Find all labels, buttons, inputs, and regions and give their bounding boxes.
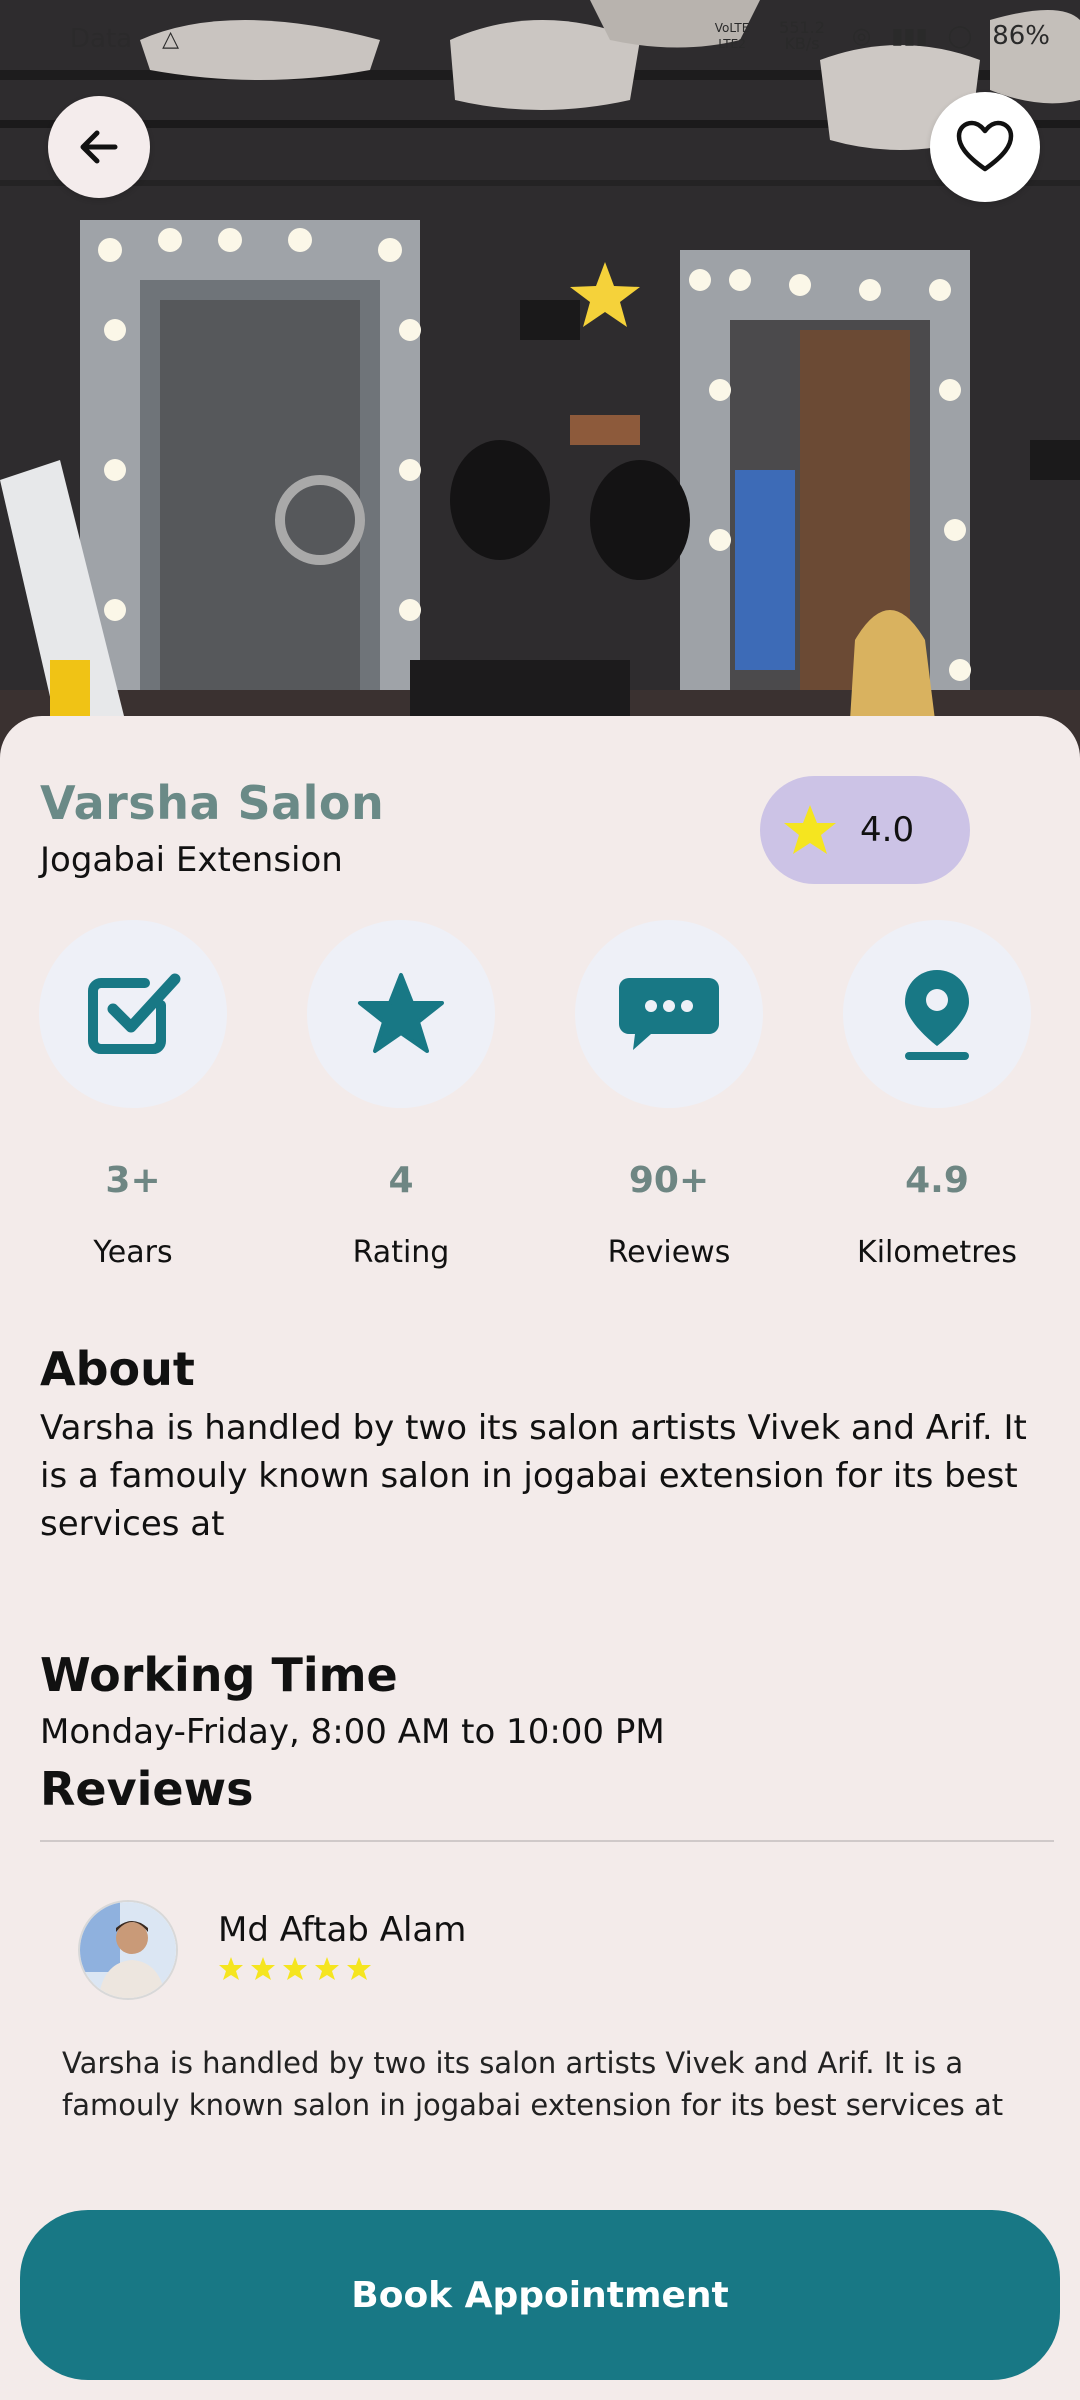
heart-icon <box>956 120 1014 172</box>
working-time-heading: Working Time <box>40 1648 398 1702</box>
stat-value: 3+ <box>105 1160 161 1201</box>
stat-rating[interactable]: 4 Rating <box>301 920 501 1270</box>
network-speed: 551.2 KB/s <box>779 18 825 53</box>
star-icon <box>784 805 836 854</box>
divider <box>40 1840 1054 1842</box>
battery-percent: 86% <box>992 21 1050 51</box>
stat-label: Kilometres <box>857 1235 1017 1270</box>
salon-name: Varsha Salon <box>40 776 385 830</box>
stat-value: 90+ <box>628 1160 710 1201</box>
stat-distance[interactable]: 4.9 Kilometres <box>837 920 1037 1270</box>
stat-icon-circle <box>39 920 227 1108</box>
back-button[interactable] <box>48 96 150 198</box>
stat-reviews[interactable]: 90+ Reviews <box>569 920 769 1270</box>
lte-label: VoLTE LTE2 <box>714 21 750 51</box>
stat-label: Years <box>93 1235 173 1270</box>
rating-badge: 4.0 <box>760 776 970 884</box>
stat-years[interactable]: 3+ Years <box>33 920 233 1270</box>
star-icon <box>251 1957 275 1980</box>
location-pin-icon <box>905 970 969 1060</box>
arrow-left-icon <box>80 130 118 164</box>
stat-value: 4.9 <box>905 1160 969 1201</box>
star-icon <box>283 1957 307 1980</box>
star-icon <box>347 1957 371 1980</box>
status-bar: Data △ VoLTE LTE2 551.2 KB/s ◎ ▮▮▮ ◯ 86% <box>0 0 1080 80</box>
star-icon <box>358 973 444 1053</box>
stat-label: Reviews <box>607 1235 731 1270</box>
rating-value: 4.0 <box>860 810 915 850</box>
stat-icon-circle <box>575 920 763 1108</box>
star-icon <box>219 1957 243 1980</box>
salon-hero-image: Data △ VoLTE LTE2 551.2 KB/s ◎ ▮▮▮ ◯ 86% <box>0 0 1080 760</box>
book-appointment-button[interactable]: Book Appointment <box>20 2210 1060 2380</box>
drive-icon: △ <box>162 26 180 52</box>
chat-icon <box>619 978 719 1050</box>
stat-label: Rating <box>352 1235 450 1270</box>
salon-location: Jogabai Extension <box>40 840 343 880</box>
star-icon <box>315 1957 339 1980</box>
hotspot-icon: ◎ <box>852 23 872 49</box>
stat-icon-circle <box>843 920 1031 1108</box>
about-text: Varsha is handled by two its salon artis… <box>40 1408 1027 1544</box>
review-text: Varsha is handled by two its salon artis… <box>62 2046 1004 2122</box>
checkbox-icon <box>88 973 181 1054</box>
avatar <box>78 1900 178 2000</box>
reviewer-name: Md Aftab Alam <box>218 1910 467 1950</box>
signal-icon: ▮▮▮ <box>891 23 928 49</box>
battery-icon: ◯ <box>947 23 973 49</box>
review-stars <box>218 1956 372 1982</box>
stats-row: 3+ Years 4 Rating 90+ Reviews 4.9 Kilome… <box>0 920 1080 1300</box>
favorite-button[interactable] <box>930 92 1040 202</box>
reviews-heading: Reviews <box>40 1762 254 1816</box>
status-carrier: Data <box>70 24 133 54</box>
stat-value: 4 <box>388 1160 414 1201</box>
stat-icon-circle <box>307 920 495 1108</box>
working-time-text: Monday-Friday, 8:00 AM to 10:00 PM <box>40 1712 665 1752</box>
about-heading: About <box>40 1342 195 1396</box>
